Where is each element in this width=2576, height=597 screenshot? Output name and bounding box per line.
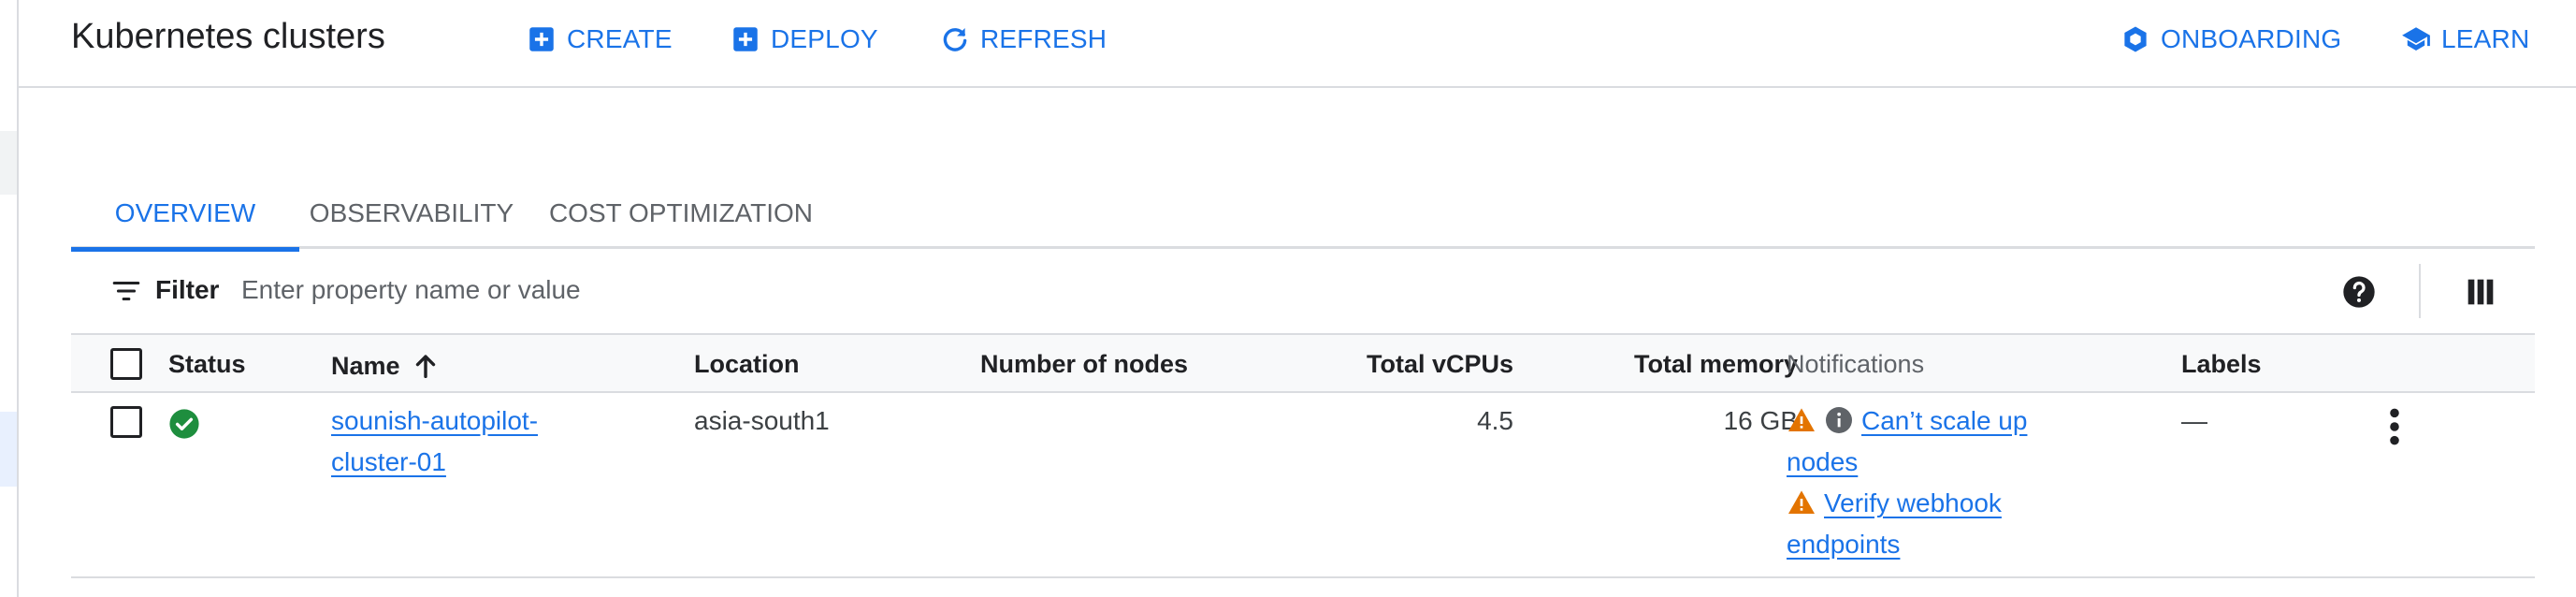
column-header-name[interactable]: Name: [331, 350, 441, 382]
onboarding-button[interactable]: ONBOARDING: [2120, 21, 2341, 58]
tab-bar: OVERVIEW OBSERVABILITY COST OPTIMIZATION: [71, 178, 2535, 252]
warning-icon: [1788, 490, 1815, 514]
column-header-vcpus[interactable]: Total vCPUs: [1268, 350, 1513, 379]
cluster-name-line: cluster-01: [331, 447, 446, 476]
column-header-name-label: Name: [331, 351, 400, 380]
learn-button[interactable]: LEARN: [2400, 21, 2529, 58]
tab-observability[interactable]: OBSERVABILITY: [299, 178, 524, 249]
tab-cost-optimization[interactable]: COST OPTIMIZATION: [524, 178, 838, 249]
filter-bar: Filter: [71, 253, 2535, 329]
left-nav-rail: [0, 0, 19, 597]
create-button[interactable]: CREATE: [526, 21, 673, 58]
nav-rail-item-selected[interactable]: [0, 412, 17, 487]
table-header: Status Name Location Number of nodes Tot…: [71, 333, 2535, 393]
refresh-button-label: REFRESH: [980, 24, 1107, 53]
nav-rail-item[interactable]: [0, 131, 17, 195]
notification-scale-up[interactable]: Can’t scale up nodes: [1787, 400, 2179, 483]
column-header-memory[interactable]: Total memory: [1515, 350, 1798, 379]
column-header-status[interactable]: Status: [168, 350, 246, 379]
add-box-icon: [733, 27, 758, 51]
filter-input[interactable]: [241, 266, 1083, 314]
column-header-nodes[interactable]: Number of nodes: [980, 350, 1188, 379]
tab-overview-label: OVERVIEW: [114, 198, 256, 227]
filter-label: Filter: [155, 275, 220, 304]
onboarding-button-label: ONBOARDING: [2161, 24, 2342, 53]
warning-icon: [1788, 408, 1815, 431]
column-header-labels[interactable]: Labels: [2181, 350, 2262, 379]
filter-list-icon: [112, 281, 140, 301]
school-icon: [2402, 27, 2430, 51]
toolbar-divider: [2419, 264, 2421, 318]
add-box-icon: [529, 27, 554, 51]
deploy-button-label: DEPLOY: [771, 24, 878, 53]
tab-observability-label: OBSERVABILITY: [309, 198, 514, 227]
notification-link-text: nodes: [1787, 447, 1859, 476]
learn-button-label: LEARN: [2441, 24, 2530, 53]
column-header-notifications: Notifications: [1787, 350, 1925, 378]
cluster-labels: —: [2181, 406, 2207, 435]
cluster-vcpus: 4.5: [1477, 406, 1513, 435]
cluster-location: asia-south1: [694, 406, 830, 435]
arrow-upward-icon: [415, 355, 435, 379]
table-row: sounish-autopilot- cluster-01 asia-south…: [71, 393, 2535, 578]
select-all-checkbox[interactable]: [110, 348, 142, 380]
top-action-bar: Kubernetes clusters CREATE DEPLOY REFRES…: [19, 0, 2576, 88]
tab-overview[interactable]: OVERVIEW: [71, 178, 299, 252]
tab-cost-optimization-label: COST OPTIMIZATION: [548, 198, 814, 227]
refresh-icon: [943, 27, 967, 51]
help-icon[interactable]: [2340, 273, 2378, 311]
notification-link-text: endpoints: [1787, 530, 1901, 559]
notification-link-text: Verify webhook: [1824, 488, 2002, 517]
refresh-button[interactable]: REFRESH: [939, 21, 1107, 58]
row-select-checkbox[interactable]: [110, 406, 142, 438]
check-circle-icon: [169, 409, 199, 439]
more-vert-icon[interactable]: [2385, 406, 2404, 447]
deploy-button[interactable]: DEPLOY: [730, 21, 878, 58]
page-title: Kubernetes clusters: [71, 17, 385, 56]
kubernetes-icon: [2124, 26, 2147, 52]
cluster-memory: 16 GB: [1723, 406, 1798, 435]
create-button-label: CREATE: [567, 24, 673, 53]
column-header-location[interactable]: Location: [694, 350, 800, 379]
cluster-name-line: sounish-autopilot-: [331, 406, 539, 435]
info-icon: [1826, 407, 1852, 433]
notification-verify-webhook[interactable]: Verify webhook endpoints: [1787, 483, 2179, 565]
cluster-name-link[interactable]: sounish-autopilot- cluster-01: [331, 400, 668, 483]
column-display-icon[interactable]: [2462, 273, 2499, 311]
notification-link-text: Can’t scale up: [1861, 406, 2028, 435]
